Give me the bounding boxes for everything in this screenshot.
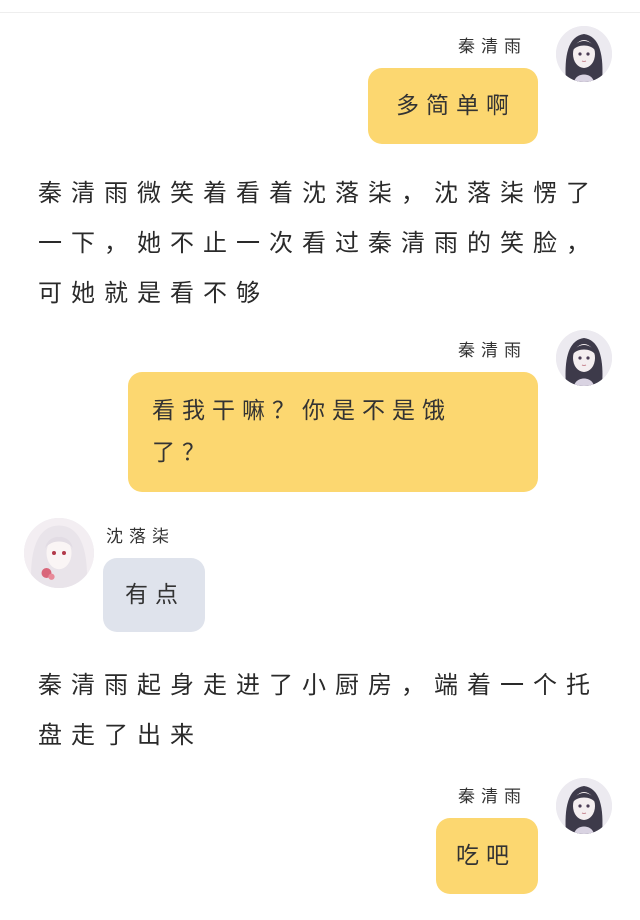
chat-bubble: 多简单啊 [368,68,538,144]
message-text: 吃吧 [456,843,516,869]
character-avatar-white-hair-icon[interactable] [24,518,94,588]
top-divider [0,12,640,13]
message-text: 多简单啊 [396,93,516,119]
speaker-name: 秦清雨 [458,37,527,57]
chat-bubble: 看我干嘛？你是不是饿了？ [128,372,538,492]
message-text: 有点 [125,582,185,608]
narration-text: 秦清雨起身走进了小厨房，端着一个托盘走了出来 [38,671,599,749]
character-avatar-dark-hair-icon[interactable] [556,778,612,834]
speaker-name: 沈落柒 [106,527,175,547]
character-avatar-dark-hair-icon[interactable] [556,26,612,82]
narration-text: 秦清雨微笑着看着沈落柒，沈落柒愣了一下，她不止一次看过秦清雨的笑脸，可她就是看不… [38,179,599,307]
speaker-name: 秦清雨 [458,787,527,807]
chat-bubble: 有点 [103,558,205,632]
message-text: 看我干嘛？你是不是饿了？ [152,398,452,466]
chat-bubble: 吃吧 [436,818,538,894]
speaker-name: 秦清雨 [458,341,527,361]
character-avatar-dark-hair-icon[interactable] [556,330,612,386]
